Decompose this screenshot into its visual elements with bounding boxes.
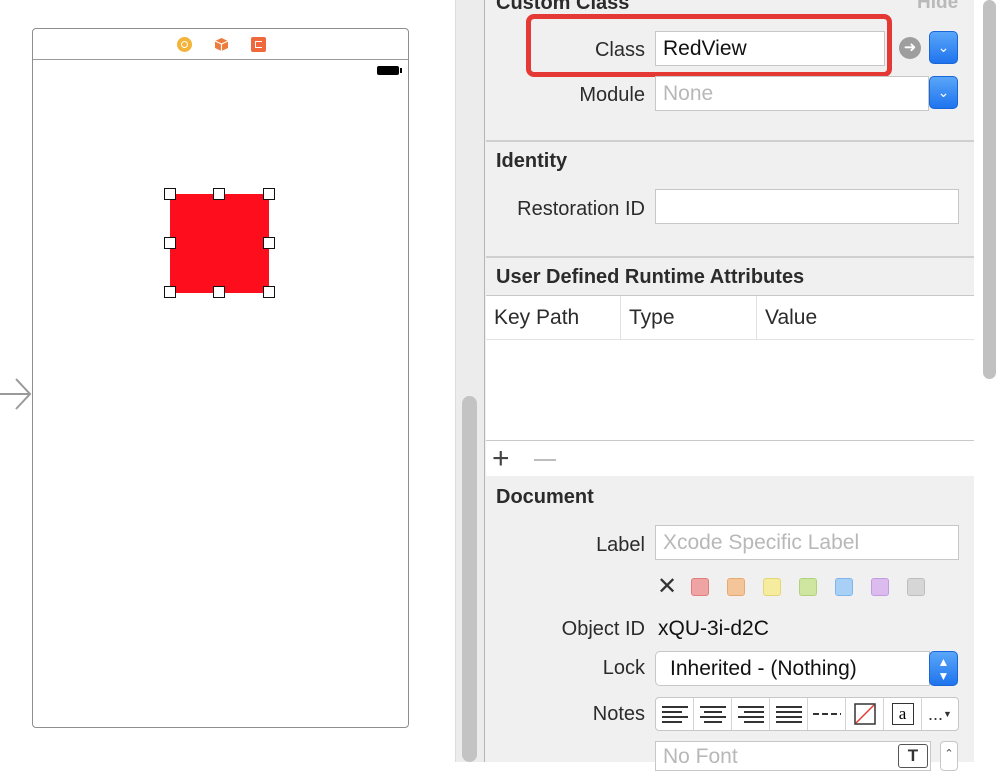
document-title: Document [496,486,594,508]
notes-toolbar: a ... ▼ [655,697,959,731]
module-field[interactable]: None [655,76,929,111]
resize-handle-left[interactable] [164,237,176,249]
label-color-yellow[interactable] [763,578,781,596]
add-attribute-button[interactable]: + [492,442,510,476]
more-options-label: ... [928,703,944,724]
scene-view-controller[interactable] [32,28,409,728]
class-dropdown-button[interactable]: ⌄ [929,31,958,64]
battery-icon [377,66,402,75]
red-view[interactable] [170,194,269,293]
runtime-attributes-table[interactable]: Key Path Type Value + [486,295,974,476]
no-text-color-icon[interactable] [846,698,884,730]
exit-icon[interactable] [251,37,266,52]
object-id-label: Object ID [561,618,645,640]
custom-class-title: Custom Class [496,0,630,14]
table-footer: + [486,440,974,477]
label-color-green[interactable] [799,578,817,596]
scene-dock [33,29,408,60]
font-size-stepper[interactable]: ⌃ [940,741,958,771]
storyboard-canvas[interactable] [0,0,455,762]
section-divider [486,140,974,142]
resize-handle-right[interactable] [263,237,275,249]
module-dropdown-button[interactable]: ⌄ [929,76,958,109]
resize-handle-top-right[interactable] [263,188,275,200]
label-color-gray[interactable] [907,578,925,596]
notes-label: Notes [592,703,645,725]
font-field[interactable]: No Font [655,741,931,771]
align-natural-icon[interactable] [808,698,846,730]
resize-handle-bottom-left[interactable] [164,286,176,298]
section-divider [486,256,974,258]
resize-handle-top[interactable] [213,188,225,200]
restoration-id-field[interactable] [655,189,959,224]
label-color-blue[interactable] [835,578,853,596]
clear-label-color-button[interactable]: ✕ [657,575,677,599]
label-color-red[interactable] [691,578,709,596]
table-header: Key Path Type Value [486,296,974,340]
align-justify-icon[interactable] [770,698,808,730]
more-options-button[interactable]: ... ▼ [922,698,958,730]
first-responder-icon[interactable] [214,37,229,52]
module-label: Module [579,84,645,106]
lock-popup-arrows[interactable]: ▲ ▼ [929,651,958,686]
class-highlight-box [526,14,892,77]
resize-handle-top-left[interactable] [164,188,176,200]
label-color-purple[interactable] [871,578,889,596]
align-left-icon[interactable] [656,698,694,730]
resize-handle-bottom[interactable] [213,286,225,298]
document-label-label: Label [596,534,645,556]
view-controller-icon[interactable] [177,37,192,52]
dropdown-arrow-icon: ▼ [943,709,952,719]
inspector-scrollbar[interactable] [983,0,996,379]
lock-popup[interactable]: Inherited - (Nothing) [655,651,930,686]
label-color-orange[interactable] [727,578,745,596]
font-picker-button[interactable]: T [898,744,928,768]
column-value[interactable]: Value [757,296,974,340]
column-key-path[interactable]: Key Path [486,296,621,340]
object-id-value: xQU-3i-d2C [658,617,769,640]
canvas-scrollbar[interactable] [462,396,477,762]
lock-label: Lock [602,657,645,679]
hide-button[interactable]: Hide [917,0,958,14]
entry-point-arrow-icon[interactable] [0,376,32,412]
remove-attribute-button[interactable] [534,459,556,461]
restoration-id-label: Restoration ID [517,198,645,220]
go-to-class-icon[interactable]: ➜ [899,37,921,59]
align-right-icon[interactable] [732,698,770,730]
runtime-attributes-title: User Defined Runtime Attributes [496,266,805,288]
resize-handle-bottom-right[interactable] [263,286,275,298]
column-type[interactable]: Type [621,296,757,340]
document-label-field[interactable]: Xcode Specific Label [655,525,959,560]
align-center-icon[interactable] [694,698,732,730]
identity-title: Identity [496,150,568,172]
text-style-icon[interactable]: a [884,698,922,730]
